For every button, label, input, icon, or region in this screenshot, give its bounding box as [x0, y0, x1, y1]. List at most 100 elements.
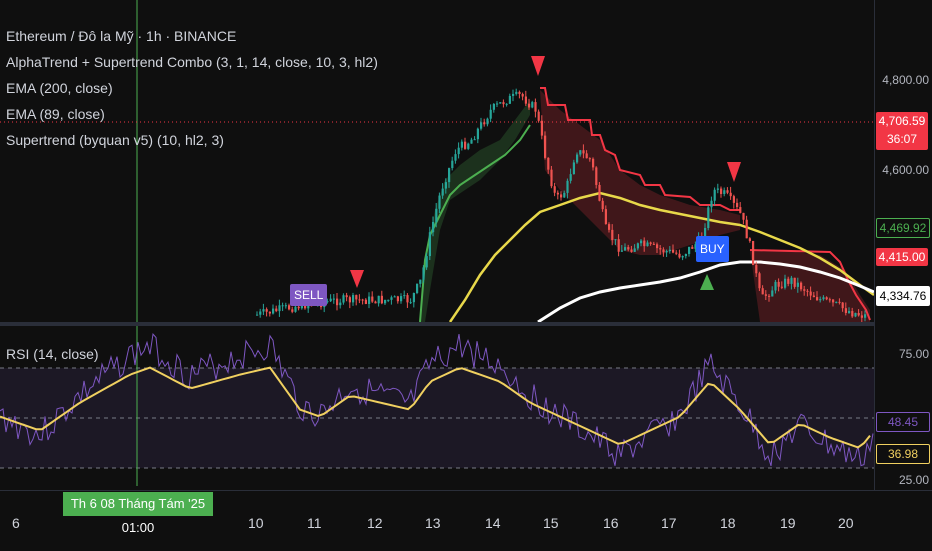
candle-body [387, 299, 390, 301]
candle-body [332, 298, 335, 300]
candle-body [748, 238, 751, 241]
candle-body [377, 295, 380, 304]
candle-body [569, 174, 572, 181]
candle-body [832, 299, 835, 303]
candle-body [822, 297, 825, 300]
candle-body [531, 102, 534, 108]
rsi-pane[interactable]: RSI (14, close) [0, 326, 874, 486]
indicator-ema-89[interactable]: EMA (89, close) [6, 106, 105, 122]
candle-body [812, 295, 815, 298]
candle-body [841, 302, 844, 309]
candle-body [550, 169, 553, 187]
price-chart-pane[interactable]: Ethereum / Đô la Mỹ · 1h · BINANCE Alpha… [0, 0, 874, 322]
candle-body [476, 128, 479, 140]
candle-body [668, 249, 671, 252]
candle-body [528, 103, 531, 108]
rsi-chart[interactable] [0, 326, 874, 486]
candle-body [412, 292, 415, 303]
candle-body [572, 162, 575, 175]
candle-body [441, 188, 444, 196]
candle-body [723, 190, 726, 194]
candle-body [809, 291, 812, 296]
sell-signal-badge: SELL [290, 284, 328, 306]
symbol-title[interactable]: Ethereum / Đô la Mỹ · 1h · BINANCE [6, 28, 236, 44]
candle-body [806, 290, 809, 292]
candle-body [752, 240, 755, 265]
candle-body [508, 95, 511, 104]
time-label: 12 [367, 515, 383, 531]
candle-body [371, 296, 374, 302]
candle-body [624, 247, 627, 251]
candle-body [281, 305, 284, 307]
candle-body [361, 299, 364, 301]
candle-body [857, 313, 860, 316]
candle-body [755, 264, 758, 274]
last-price-value: 4,706.59 [878, 114, 926, 128]
candle-body [502, 102, 505, 105]
supertrend-down-tag: 4,415.00 [876, 248, 928, 266]
candle-body [716, 188, 719, 190]
candle-body [272, 308, 275, 314]
candle-body [422, 267, 425, 280]
candle-body [486, 118, 489, 125]
time-label: 19 [780, 515, 796, 531]
candle-body [355, 295, 358, 300]
candle-body [432, 221, 435, 233]
time-label: 10 [248, 515, 264, 531]
candle-body [684, 253, 687, 257]
candle-body [787, 278, 790, 284]
candle-body [553, 186, 556, 193]
sell-arrow-icon [350, 270, 364, 288]
indicator-alphatrend[interactable]: AlphaTrend + Supertrend Combo (3, 1, 14,… [6, 54, 378, 70]
candle-body [505, 103, 508, 105]
candle-body [643, 240, 646, 247]
candle-body [851, 311, 854, 317]
price-chart[interactable] [0, 0, 874, 322]
candle-body [409, 302, 412, 304]
candle-body [764, 294, 767, 296]
candle-body [521, 93, 524, 97]
candle-body [364, 299, 367, 304]
candle-body [636, 243, 639, 249]
candle-body [598, 184, 601, 201]
buy-signal-badge: BUY [696, 236, 729, 262]
candle-body [611, 229, 614, 240]
candle-body [617, 239, 620, 252]
candle-body [438, 195, 441, 209]
time-label: 15 [543, 515, 559, 531]
candle-body [537, 111, 540, 121]
candle-body [563, 192, 566, 198]
supertrend-up-tag: 4,469.92 [876, 218, 930, 238]
candle-body [566, 180, 569, 193]
candle-body [784, 278, 787, 288]
rsi-legend[interactable]: RSI (14, close) [6, 346, 99, 362]
candle-body [480, 122, 483, 129]
candle-body [758, 273, 761, 289]
candle-body [268, 311, 271, 314]
candle-body [608, 224, 611, 230]
candle-body [428, 232, 431, 257]
candle-body [739, 207, 742, 213]
candle-body [294, 306, 297, 312]
candle-body [627, 247, 630, 250]
candle-body [646, 242, 649, 247]
candle-body [259, 311, 262, 315]
candle-body [633, 248, 636, 252]
candle-body [688, 246, 691, 254]
indicator-supertrend[interactable]: Supertrend (byquan v5) (10, hl2, 3) [6, 132, 224, 148]
candle-body [393, 296, 396, 298]
candle-body [512, 93, 515, 96]
candle-body [380, 295, 383, 304]
price-tick: 4,600.00 [882, 163, 929, 177]
candle-body [547, 157, 550, 170]
time-label: 11 [307, 515, 322, 531]
candle-body [774, 281, 777, 291]
last-price-tag: 4,706.59 36:07 [876, 112, 928, 150]
candle-body [473, 139, 476, 141]
indicator-ema-200[interactable]: EMA (200, close) [6, 80, 113, 96]
candle-body [848, 311, 851, 313]
candle-body [262, 309, 265, 312]
ema-200-tag: 4,334.76 [876, 286, 930, 306]
candle-body [348, 297, 351, 303]
candle-body [825, 297, 828, 300]
